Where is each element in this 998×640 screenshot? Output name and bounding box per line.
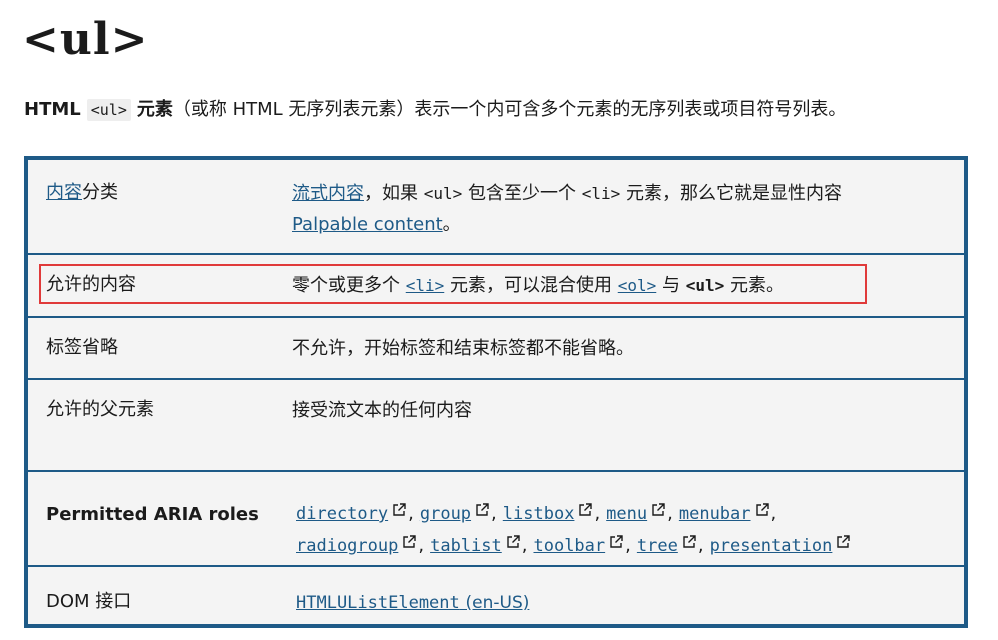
aria-role-link-menu[interactable]: menu — [606, 504, 647, 524]
external-link-icon — [403, 535, 417, 548]
row-content-categories: 内容分类 流式内容，如果 <ul> 包含至少一个 <li> 元素，那么它就是显性… — [28, 160, 964, 255]
content-categories-value: 流式内容，如果 <ul> 包含至少一个 <li> 元素，那么它就是显性内容 Pal… — [292, 178, 952, 240]
ol-element-link[interactable]: <ol> — [618, 276, 657, 295]
aria-role-link-directory[interactable]: directory — [296, 504, 388, 524]
intro-strong-element: 元素 — [136, 99, 173, 120]
pc-text-2: 元素，可以混合使用 — [450, 275, 612, 296]
external-link-icon — [507, 535, 520, 548]
role-separator: , — [667, 503, 673, 524]
properties-table: 内容分类 流式内容，如果 <ul> 包含至少一个 <li> 元素，那么它就是显性… — [24, 156, 968, 628]
external-link-icon — [579, 503, 593, 516]
cc-li-code: <li> — [581, 184, 621, 203]
tag-omission-value: 不允许，开始标签和结束标签都不能省略。 — [292, 338, 634, 359]
dom-interface-label: DOM 接口 — [46, 591, 132, 612]
intro-strong-html: HTML — [24, 99, 81, 120]
permitted-content-label: 允许的内容 — [46, 274, 136, 295]
pc-text-1: 零个或更多个 — [292, 275, 400, 296]
permitted-parents-label: 允许的父元素 — [46, 399, 154, 420]
aria-role-link-presentation[interactable]: presentation — [710, 536, 833, 556]
permitted-content-value: 零个或更多个 <li> 元素，可以混合使用 <ol> 与 <ul> 元素。 — [292, 270, 952, 301]
cc-ul-code: <ul> — [423, 184, 463, 203]
role-separator: , — [697, 535, 704, 556]
aria-roles-label: Permitted ARIA roles — [46, 504, 259, 525]
tag-omission-label: 标签省略 — [46, 337, 118, 358]
aria-roles-value: directory, group, listbox, menu, menubar, rad… — [296, 498, 956, 562]
li-element-link[interactable]: <li> — [406, 276, 445, 295]
role-separator: , — [418, 535, 425, 556]
row-aria-roles: Permitted ARIA roles directory, group, lis… — [28, 472, 964, 567]
role-separator: , — [491, 503, 497, 524]
en-us-suffix: (en-US) — [465, 593, 530, 613]
role-separator: , — [408, 503, 414, 524]
pc-text-4: 元素。 — [730, 275, 784, 296]
cc-text-1: ，如果 — [364, 183, 418, 204]
aria-role-link-tablist[interactable]: tablist — [430, 536, 502, 556]
external-link-icon — [610, 535, 623, 548]
aria-role-link-radiogroup[interactable]: radiogroup — [296, 536, 398, 556]
intro-text: （或称 HTML 无序列表元素）表示一个内可含多个元素的无序列表或项目符号列表。 — [172, 99, 847, 120]
page-title: <ul> — [22, 14, 149, 65]
external-link-icon — [393, 503, 406, 516]
content-categories-label: 内容分类 — [46, 178, 118, 208]
aria-role-link-listbox[interactable]: listbox — [503, 504, 575, 524]
aria-role-link-toolbar[interactable]: toolbar — [533, 536, 605, 556]
aria-role-link-menubar[interactable]: menubar — [679, 504, 751, 524]
role-separator: , — [594, 503, 601, 524]
content-link[interactable]: 内容 — [46, 182, 82, 203]
htmlulistelement-name: HTMLUListElement — [296, 593, 460, 613]
row-tag-omission: 标签省略 不允许，开始标签和结束标签都不能省略。 — [28, 318, 964, 380]
role-separator: , — [625, 535, 631, 556]
row-permitted-parents: 允许的父元素 接受流文本的任何内容 — [28, 380, 964, 472]
pc-text-3: 与 — [662, 275, 680, 296]
content-categories-text: 分类 — [82, 182, 118, 203]
cc-text-4: 。 — [442, 214, 461, 235]
cc-text-2: 包含至少一个 — [468, 183, 576, 204]
external-link-icon — [652, 503, 665, 516]
external-link-icon — [476, 503, 489, 516]
aria-role-link-tree[interactable]: tree — [637, 536, 678, 556]
intro-paragraph: HTML <ul> 元素（或称 HTML 无序列表元素）表示一个内可含多个元素的无序… — [24, 96, 984, 124]
flow-content-link[interactable]: 流式内容 — [292, 183, 364, 204]
intro-ul-code: <ul> — [86, 99, 131, 121]
palpable-content-link[interactable]: Palpable content — [292, 214, 443, 235]
cc-text-3: 元素，那么它就是显性内容 — [626, 183, 842, 204]
external-link-icon — [755, 503, 769, 516]
row-permitted-content: 允许的内容 零个或更多个 <li> 元素，可以混合使用 <ol> 与 <ul> … — [28, 255, 964, 318]
external-link-icon — [837, 535, 851, 548]
row-dom-interface: DOM 接口 HTMLUListElement (en-US) — [28, 567, 964, 628]
aria-role-link-group[interactable]: group — [420, 504, 471, 524]
htmlulistelement-link[interactable]: HTMLUListElement (en-US) — [296, 592, 529, 613]
external-link-icon — [683, 535, 696, 548]
permitted-parents-value: 接受流文本的任何内容 — [292, 400, 472, 421]
dom-interface-value: HTMLUListElement (en-US) — [296, 587, 956, 619]
role-separator: , — [770, 503, 777, 524]
role-separator: , — [521, 535, 528, 556]
ul-code-strong: <ul> — [685, 276, 725, 295]
